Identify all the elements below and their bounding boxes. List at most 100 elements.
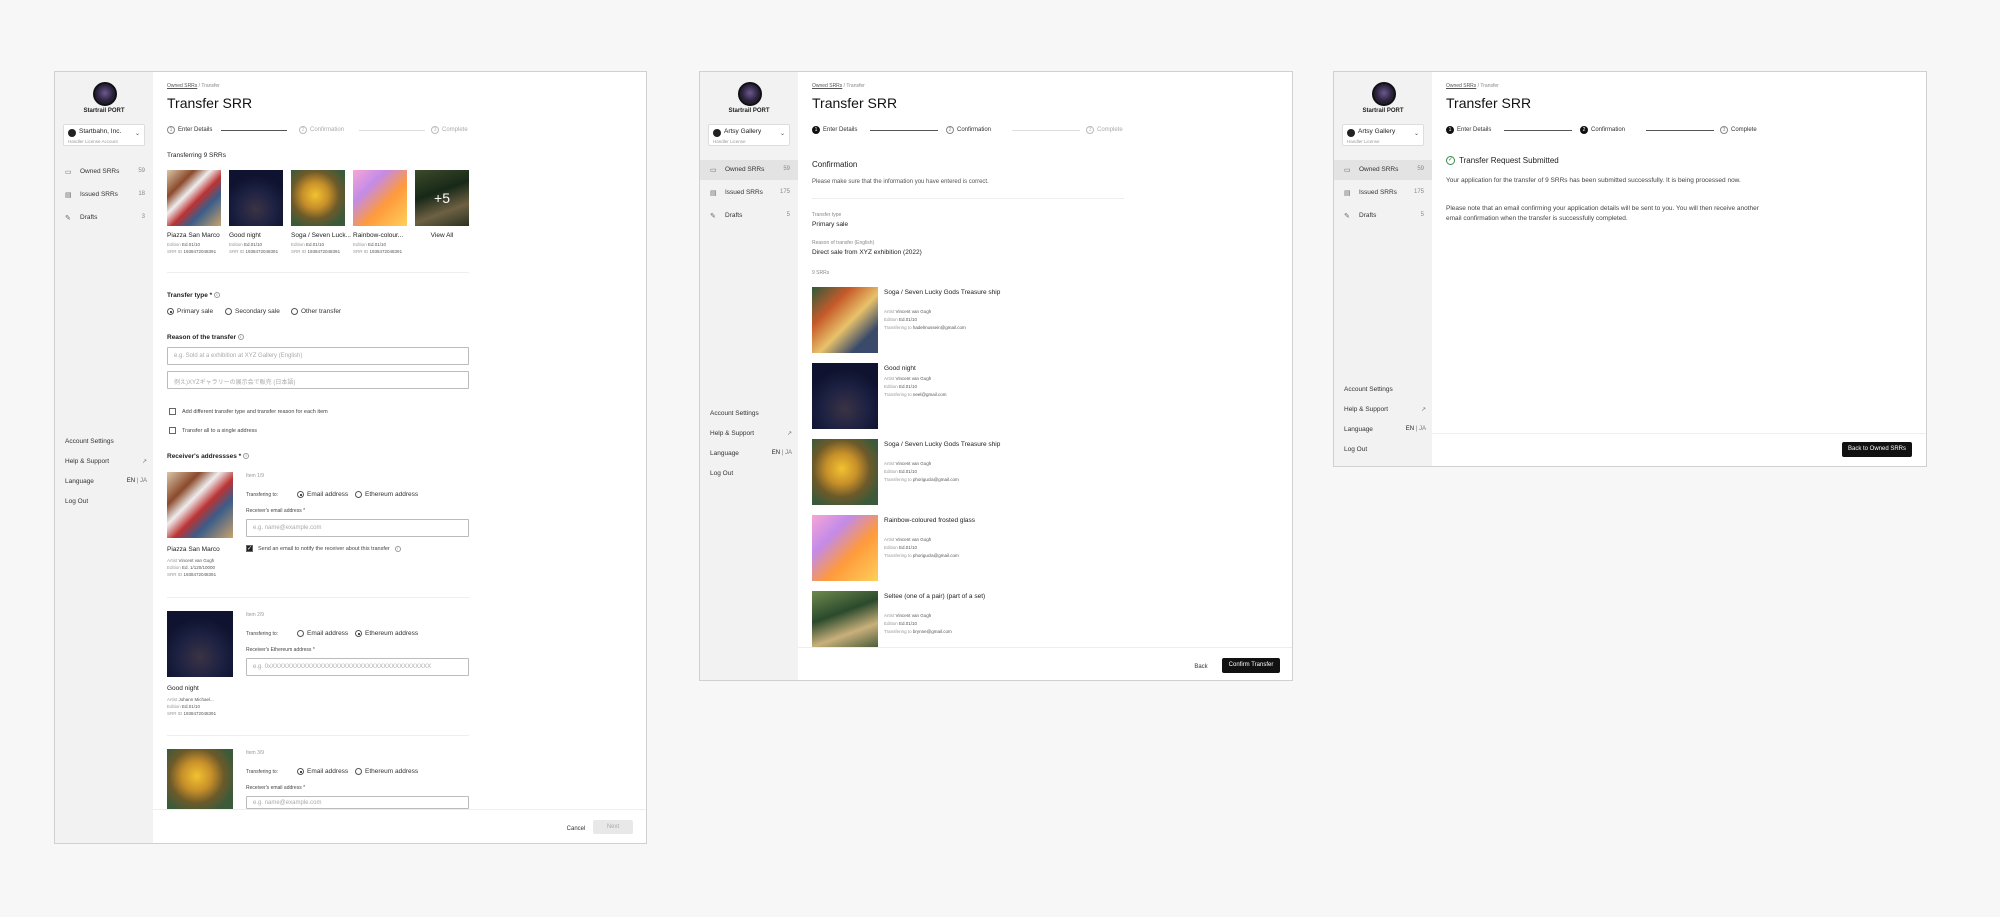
lang-en[interactable]: EN [772,450,780,456]
cancel-button[interactable]: Cancel [561,823,591,835]
stepper: 1 Enter Details 2 Confirmation 3 Complete [167,126,477,136]
sidebar-item-issued-srrs[interactable]: ▤ Issued SRRs 175 [700,183,798,203]
radio-secondary-sale[interactable]: Secondary sale [225,308,280,315]
meta-value: Johann Michael... [178,697,214,702]
receiver-field-label: Receiver's email address * [246,508,306,514]
srr-count: 9 SRRs [812,270,830,276]
logout-link[interactable]: Log Out [710,470,792,477]
info-icon[interactable]: i [213,292,220,299]
lang-ja[interactable]: JA [785,450,792,456]
account-switcher[interactable]: Startbahn, Inc. Handler License Account … [63,124,145,146]
step-connector [1646,130,1714,131]
back-to-owned-srrs-button[interactable]: Back to Owned SRRs [1842,442,1912,457]
account-settings-link[interactable]: Account Settings [710,410,792,417]
checkbox-icon [169,408,176,415]
artwork-name: Good night [229,232,261,239]
reason-english-input[interactable]: e.g. Sold at a exhibition at XYZ Gallery… [167,347,469,365]
account-settings-link[interactable]: Account Settings [65,438,147,445]
meta-label: Artist [884,613,895,618]
receiver-artwork-meta: Artist Johann Michael... Edition Ed.01/10… [167,696,216,717]
edit-icon: ✎ [1344,213,1350,220]
sidebar-item-drafts[interactable]: ✎ Drafts 5 [700,206,798,226]
radio-primary-sale[interactable]: Primary sale [167,308,213,315]
info-icon[interactable]: i [243,453,249,460]
confirm-artwork-meta: Artist Vincent van Gogh Edition Ed.01/10 T… [884,536,959,560]
help-support-link[interactable]: Help & Support ↗ [710,430,792,437]
check-circle-icon: ✓ [1446,156,1455,165]
sidebar-item-label: Issued SRRs [725,189,763,196]
radio-email-address[interactable]: Email address [297,630,348,637]
next-button[interactable]: Next [593,820,633,834]
radio-icon [297,630,304,637]
receiver-email-input[interactable]: e.g. name@example.com [246,519,469,537]
artwork-thumbnail[interactable] [167,170,221,226]
help-support-link[interactable]: Help & Support ↗ [1344,406,1426,413]
account-settings-link[interactable]: Account Settings [1344,386,1426,393]
meta-value: brynne@gmail.com [912,629,952,634]
view-all-link[interactable]: View All [415,232,469,239]
meta-value: Vincent van Gogh [895,461,932,466]
radio-other-transfer[interactable]: Other transfer [291,308,341,315]
single-address-checkbox[interactable]: Transfer all to a single address [169,427,257,434]
sidebar-item-drafts[interactable]: ✎ Drafts 3 [55,208,153,228]
sidebar-item-drafts[interactable]: ✎ Drafts 5 [1334,206,1432,226]
help-support-link[interactable]: Help & Support ↗ [65,458,147,465]
transfer-type-value: Primary sale [812,221,849,228]
logout-link[interactable]: Log Out [65,498,147,505]
confirm-artwork-meta: Artist Vincent van Gogh Edition Ed.01/10 T… [884,308,966,332]
confirm-transfer-button[interactable]: Confirm Transfer [1222,658,1280,673]
receiver-field-label: Receiver's email address * [246,785,306,791]
sidebar-item-owned-srrs[interactable]: ▭ Owned SRRs 59 [55,162,153,182]
view-all-thumbnail[interactable]: +5 [415,170,469,226]
info-icon[interactable]: i [394,545,401,552]
meta-value: hadelmussein@gmail.com [912,325,966,330]
lang-en[interactable]: EN [127,478,135,484]
breadcrumb-link[interactable]: Owned SRRs [167,83,197,89]
radio-ethereum-address[interactable]: Ethereum address [355,630,418,637]
radio-icon [297,768,304,775]
item-index: Item 2/9 [246,612,265,618]
lang-ja[interactable]: JA [1419,426,1426,432]
meta-value: phorigucla@gmail.com [912,553,959,558]
back-button[interactable]: Back [1192,661,1210,673]
meta-value: Ed.01/10 [182,704,201,709]
radio-ethereum-address[interactable]: Ethereum address [355,768,418,775]
sidebar-item-issued-srrs[interactable]: ▤ Issued SRRs 18 [55,185,153,205]
notify-receiver-checkbox[interactable]: ✓ Send an email to notify the receiver ab… [246,545,401,552]
sidebar-item-owned-srrs[interactable]: ▭ Owned SRRs 59 [1334,160,1432,180]
transfering-to-label: Transfering to: [246,492,279,498]
lang-en[interactable]: EN [1406,426,1414,432]
artwork-thumbnail[interactable] [229,170,283,226]
step-label: Confirmation [1591,127,1626,133]
account-switcher[interactable]: Artsy Gallery Handler License ⌄ [1342,124,1424,146]
artwork-thumbnail[interactable] [353,170,407,226]
account-avatar [1347,129,1355,137]
different-type-checkbox[interactable]: Add different transfer type and transfer… [169,408,328,415]
receivers-label: Receiver's addressses * i [167,453,249,460]
meta-value: Ed.01/10 [306,242,325,247]
meta-value: Ed.01/10 [899,545,918,550]
radio-icon [167,308,174,315]
info-icon[interactable]: i [237,334,244,341]
account-switcher[interactable]: Artsy Gallery Handler License ⌄ [708,124,790,146]
logout-link[interactable]: Log Out [1344,446,1426,453]
breadcrumb-link[interactable]: Owned SRRs [1446,83,1476,89]
radio-ethereum-address[interactable]: Ethereum address [355,491,418,498]
breadcrumb-link[interactable]: Owned SRRs [812,83,842,89]
lang-ja[interactable]: JA [140,478,147,484]
artwork-thumbnail[interactable] [291,170,345,226]
main-content: Owned SRRs / Transfer Transfer SRR 1 Ente… [798,72,1292,680]
confirm-artwork-title: Seltee (one of a pair) (part of a set) [884,593,986,600]
radio-email-address[interactable]: Email address [297,491,348,498]
account-name: Artsy Gallery [1358,128,1396,135]
sidebar-item-issued-srrs[interactable]: ▤ Issued SRRs 175 [1334,183,1432,203]
step-confirmation: 2 Confirmation [1580,126,1625,134]
receiver-ethereum-input[interactable]: e.g. 0xXXXXXXXXXXXXXXXXXXXXXXXXXXXXXXXXX… [246,658,469,676]
more-count: +5 [415,170,469,226]
step-connector [359,130,425,131]
reason-japanese-input[interactable]: 例え)XYZギャラリーの展示会で販売 (日本語) [167,371,469,389]
receiver-email-input[interactable]: e.g. name@example.com [246,796,469,809]
sidebar-item-owned-srrs[interactable]: ▭ Owned SRRs 59 [700,160,798,180]
meta-value: Ed.01/10 [899,384,918,389]
radio-email-address[interactable]: Email address [297,768,348,775]
